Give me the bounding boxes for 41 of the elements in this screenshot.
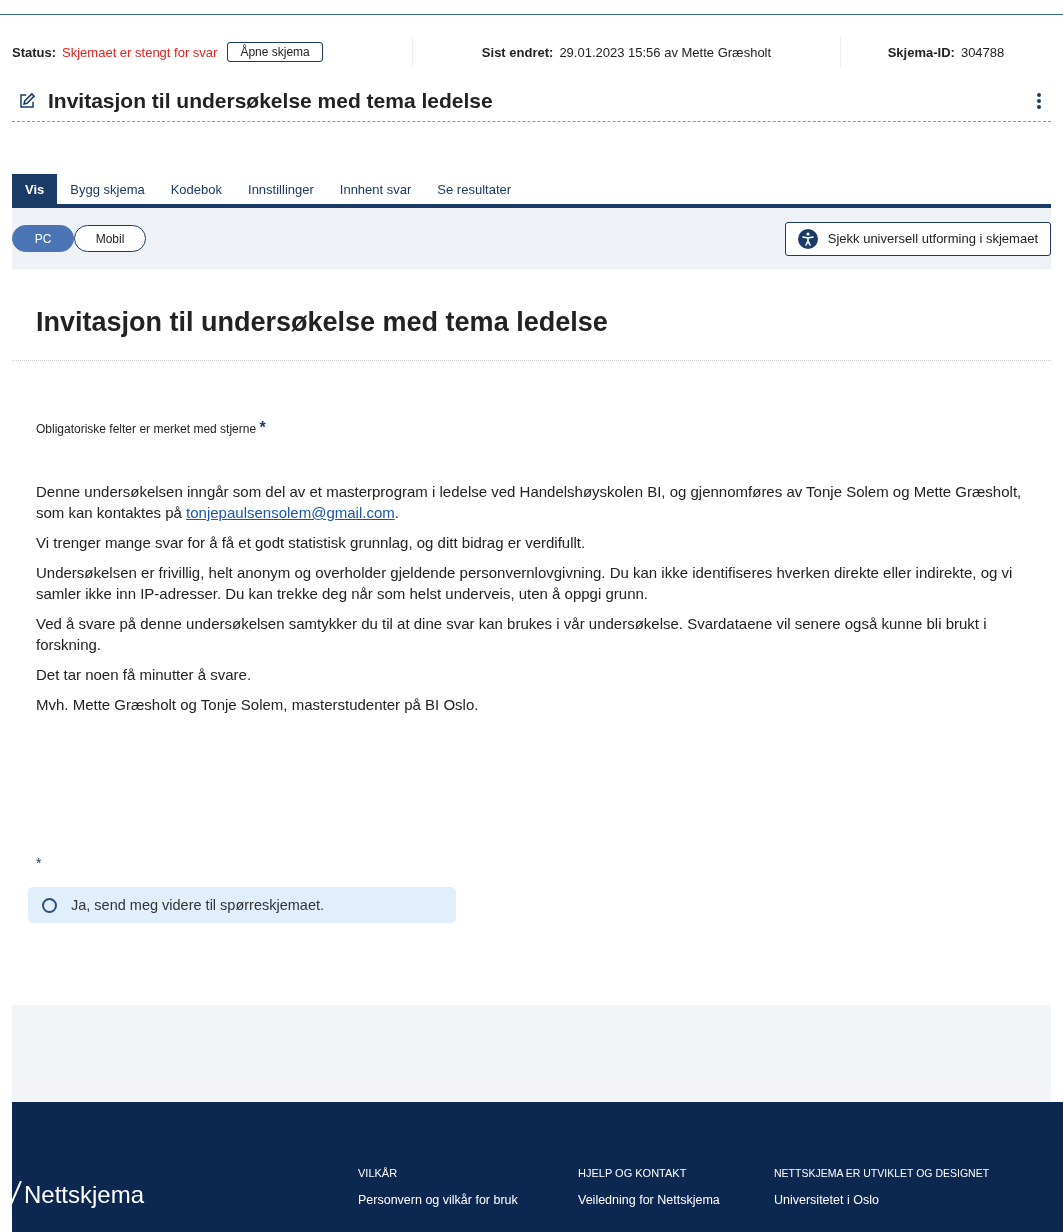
tab[interactable]: Kodebok (157, 174, 236, 204)
form-title: Invitasjon til undersøkelse med tema ledelse (48, 89, 494, 113)
device-toggle[interactable]: PC (12, 225, 74, 252)
open-form-button[interactable]: Åpne skjema (227, 42, 323, 62)
footer-heading: VILKÅR (358, 1167, 399, 1179)
intro-paragraph: Vi trenger mange svar for å få et godt statistisk grunnlag, og ditt bidrag er verdifullt. (36, 533, 587, 553)
footer-heading: HJELP OG KONTAKT (578, 1167, 688, 1179)
device-toggle[interactable]: Mobil (74, 225, 146, 252)
required-mark-text: * (259, 419, 266, 436)
form-id-value: 304788 (960, 44, 1005, 60)
email-link[interactable]: tonjepaulsensolem@gmail.com (186, 504, 395, 521)
radio-button[interactable] (42, 897, 57, 913)
radio-option[interactable]: Ja, send meg videre til spørreskjemaet. (28, 887, 456, 923)
footer-logo: Nettskjema (24, 1181, 145, 1209)
more-menu-icon[interactable] (1037, 93, 1041, 109)
intro-paragraph: Mvh. Mette Græsholt og Tonje Solem, masterstudenter på BI Oslo. (36, 695, 480, 715)
last-changed-value: 29.01.2023 15:56 av Mette Græsholt (559, 44, 772, 60)
required-mark-text: * (36, 855, 42, 871)
intro-paragraph: Denne undersøkelsen inngår som del av et masterprogram i ledelse ved Handelshøyskolen BI, og gjennomføres av Tonje Solem og Mette Græsholt, som kan kontaktes på tonjepaulsensolem@gmail.com. (36, 482, 1023, 523)
survey-heading: Invitasjon til undersøkelse med tema ledelse (12, 269, 1051, 361)
intro-paragraph: Undersøkelsen er frivillig, helt anonym og overholder gjeldende personvernlovgivning. Du kan ikke identifiseres hverken direkte eller indirekte, og vi samler ikke inn IP-adresser. Du kan trekke deg når som helst underveis, uten å oppgi grunn. (36, 563, 1014, 604)
edit-icon[interactable] (18, 92, 36, 110)
tab[interactable]: Se resultater (424, 174, 525, 204)
footer-link[interactable]: Veiledning for Nettskjema (578, 1193, 774, 1207)
status-value: Skjemaet er stengt for svar (62, 44, 218, 60)
tab[interactable]: Bygg skjema (57, 174, 158, 204)
tab[interactable]: Vis (12, 174, 58, 204)
tab[interactable]: Innhent svar (326, 174, 425, 204)
required-note: Obligatoriske felter er merket med stjerne (36, 422, 257, 436)
accessibility-check-button[interactable]: Sjekk universell utforming i skjemaet (784, 221, 1051, 256)
intro-paragraph: Ved å svare på denne undersøkelsen samtykker du til at dine svar kan brukes i vår undersøkelse. Svardataene vil senere også kunne bli brukt i forskning. (36, 614, 988, 655)
last-changed-label: Sist endret: (481, 44, 554, 60)
footer-link[interactable]: Universitetet i Oslo (774, 1193, 990, 1207)
intro-paragraph: Det tar noen få minutter å svare. (36, 665, 253, 685)
footer-link[interactable]: Personvern og vilkår for bruk (358, 1193, 578, 1207)
status-label: Status: (12, 44, 57, 60)
form-id-label: Skjema-ID: (887, 44, 955, 60)
accessibility-icon (797, 228, 818, 249)
footer-heading: NETTSKJEMA ER UTVIKLET OG DESIGNET (774, 1167, 990, 1179)
option-label: Ja, send meg videre til spørreskjemaet. (71, 897, 325, 913)
tab[interactable]: Innstillinger (235, 174, 327, 204)
